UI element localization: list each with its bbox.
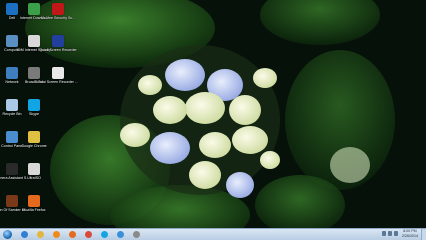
taskbar-app-7-button[interactable] — [114, 230, 126, 239]
windows-logo-icon — [2, 230, 12, 239]
desktop-icon-label: Mozilla Firefox — [22, 208, 46, 212]
volume-icon[interactable] — [382, 231, 386, 236]
dell-icon — [6, 3, 18, 15]
desktop-icon-screen-recorder[interactable]: Quick Screen Recorder — [39, 34, 77, 60]
total-screen-recorder-icon — [52, 67, 64, 79]
network-icon — [6, 67, 18, 79]
show-desktop-button[interactable] — [421, 229, 426, 240]
camera-icon — [6, 163, 18, 175]
taskbar-media-player-button[interactable] — [50, 230, 62, 239]
media-player-icon — [52, 231, 60, 238]
taskbar-firefox-button[interactable] — [66, 230, 78, 239]
desktop-icon-label: Google Chrome — [21, 144, 47, 148]
desktop-icon-total-screen-recorder[interactable]: Total Screen Recorder ... — [38, 66, 78, 92]
desktop-icon-label: Recycle Bin — [2, 112, 22, 116]
internet-download-manager-icon — [28, 3, 40, 15]
internet-security-icon — [28, 35, 40, 47]
broadband-icon — [28, 67, 40, 79]
desktop-icon-label: McAfee Security Sc... — [40, 16, 76, 20]
clock-date: 2/26/2014 — [402, 233, 418, 238]
windows-explorer-icon — [36, 231, 44, 238]
start-button[interactable] — [2, 230, 12, 239]
desktop-icon-recycle-bin[interactable]: Recycle Bin — [0, 98, 24, 124]
desktop-icon-control-panel[interactable]: Control Panel — [0, 130, 24, 156]
desktop-icon-dell[interactable]: Dell — [0, 2, 24, 28]
clock[interactable]: 8:00 PM 2/26/2014 — [402, 229, 418, 238]
chrome-icon — [84, 231, 92, 238]
desktop-icon-label: Quick Screen Recorder — [39, 48, 77, 52]
desktop-icon-chrome[interactable]: Google Chrome — [21, 130, 47, 156]
game-icon — [6, 195, 18, 207]
mcafee-icon — [52, 3, 64, 15]
skype-icon — [28, 99, 40, 111]
desktop-icon-broadband[interactable]: BroadBand — [22, 66, 46, 92]
computer-icon — [6, 35, 18, 47]
taskbar-windows-explorer-button[interactable] — [34, 230, 46, 239]
desktop-icon-label: Dell — [8, 16, 16, 20]
flag-icon[interactable] — [394, 231, 398, 236]
taskbar-skype-button[interactable] — [98, 230, 110, 239]
desktop-icon-label: Control Panel — [1, 144, 23, 148]
desktop-icon-ultraiso[interactable]: UltraISO — [22, 162, 46, 188]
internet-explorer-icon — [20, 231, 28, 238]
skype-icon — [100, 231, 108, 238]
firefox-icon — [28, 195, 40, 207]
desktop-icon-label: Skype — [29, 112, 39, 116]
ultraiso-icon — [28, 163, 40, 175]
app-8-icon — [132, 231, 140, 238]
app-7-icon — [116, 231, 124, 238]
taskbar-internet-explorer-button[interactable] — [18, 230, 30, 239]
desktop-icon-label: Total Screen Recorder ... — [38, 80, 78, 84]
control-panel-icon — [6, 131, 18, 143]
screen-recorder-icon — [52, 35, 64, 47]
network-tray-icon[interactable] — [388, 231, 392, 236]
desktop-icon-internet-download-manager[interactable]: Internet Downlo... — [20, 2, 48, 28]
clock-time: 8:00 PM — [403, 229, 417, 233]
desktop-icon-camera[interactable]: Camera Assistant S... — [0, 162, 29, 188]
desktop-icon-internet-security[interactable]: IDM Internet Security — [17, 34, 51, 60]
taskbar-chrome-button[interactable] — [82, 230, 94, 239]
chrome-icon — [28, 131, 40, 143]
desktop-icon-mcafee[interactable]: McAfee Security Sc... — [41, 2, 75, 28]
recycle-bin-icon — [6, 99, 18, 111]
taskbar: 8:00 PM 2/26/2014 — [0, 228, 426, 240]
taskbar-app-8-button[interactable] — [130, 230, 142, 239]
desktop-icon-skype[interactable]: Skype — [22, 98, 46, 124]
desktop-icon-firefox[interactable]: Mozilla Firefox — [22, 194, 46, 220]
firefox-icon — [68, 231, 76, 238]
desktop: Dell Internet Downlo... McAfee Security Sc… — [0, 0, 426, 228]
desktop-icon-label: Network — [5, 80, 19, 84]
desktop-icon-game[interactable]: Son Of Samker Bl... — [0, 194, 28, 220]
system-tray — [382, 231, 398, 236]
desktop-icon-label: UltraISO — [27, 176, 41, 180]
desktop-icon-network[interactable]: Network — [0, 66, 24, 92]
desktop-icon-computer[interactable]: Computer — [0, 34, 24, 60]
